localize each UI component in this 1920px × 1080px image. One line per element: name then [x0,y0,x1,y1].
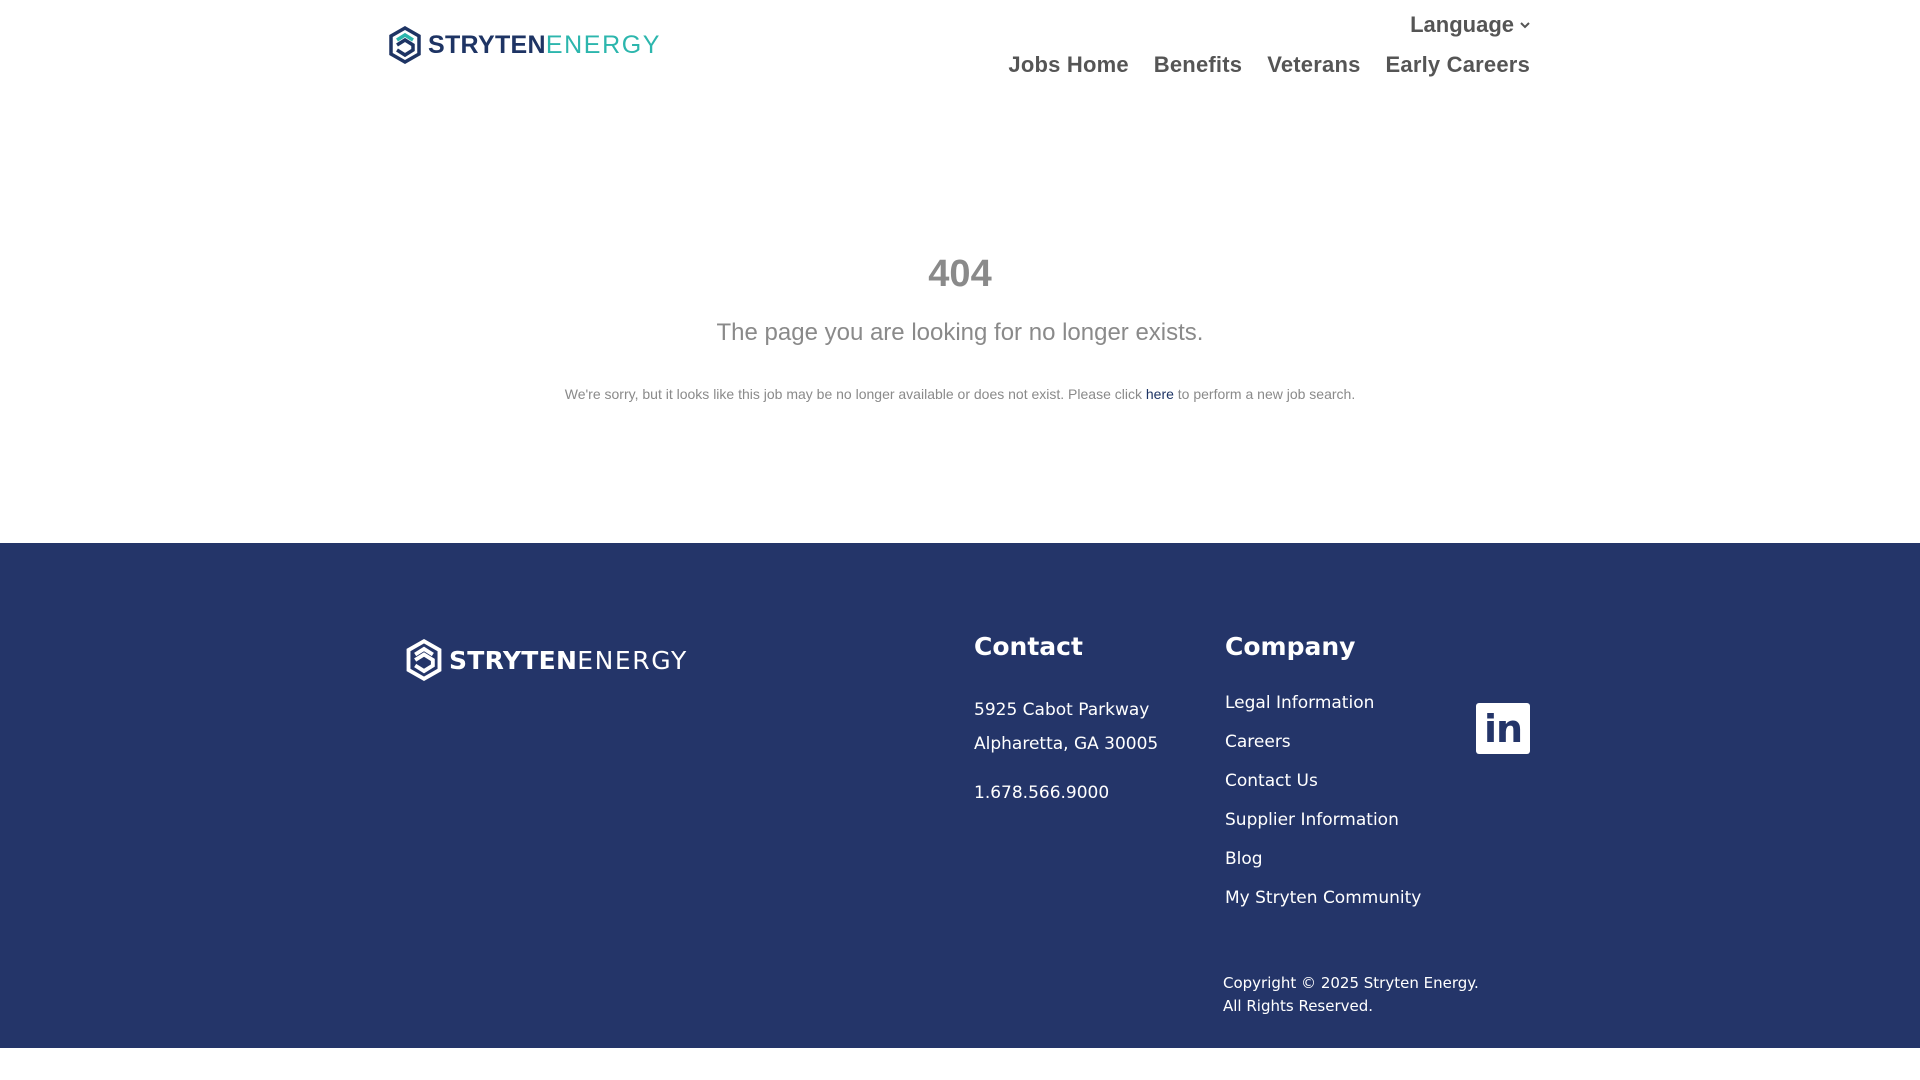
error-code: 404 [928,253,992,295]
contact-heading: Contact [974,632,1083,661]
nav-early-careers[interactable]: Early Careers [1386,52,1530,78]
hex-logo-icon [389,26,421,64]
footer-logo-bold-text: STRYTEN [449,645,578,675]
address-line-1: 5925 Cabot Parkway [974,700,1150,720]
company-heading: Company [1225,632,1356,661]
company-column: Company Legal Information Careers Contac… [1225,629,1421,925]
copyright-line-2: All Rights Reserved. [1223,997,1374,1015]
new-search-link[interactable]: here [1146,386,1174,402]
error-message-after: to perform a new job search. [1173,386,1356,402]
copyright-line-1: Copyright © 2025 Stryten Energy. [1223,974,1479,992]
copyright: Copyright © 2025 Stryten Energy. All Rig… [1223,972,1479,1018]
footer-logo-wordmark: STRYTEN ENERGY [449,648,688,673]
contact-column: Contact 5925 Cabot Parkway Alpharetta, G… [974,629,1158,805]
stryten-logo[interactable]: STRYTEN ENERGY [388,26,661,64]
nav-benefits[interactable]: Benefits [1154,52,1242,78]
linkedin-glyph: in [1483,706,1523,751]
linkedin-icon[interactable]: in [1476,703,1530,754]
main-nav: Jobs Home Benefits Veterans Early Career… [983,52,1530,78]
address-line-2: Alpharetta, GA 30005 [974,734,1159,754]
error-message: We're sorry, but it looks like this job … [0,384,1920,404]
company-links: Legal Information Careers Contact Us Sup… [1225,691,1421,910]
footer-link-legal[interactable]: Legal Information [1225,691,1421,715]
footer-link-careers[interactable]: Careers [1225,730,1421,754]
logo-bold-text: STRYTEN [428,30,546,59]
contact-address: 5925 Cabot Parkway Alpharetta, GA 30005 [974,693,1158,761]
site-header: STRYTEN ENERGY Language Jobs Home Benefit… [0,0,1920,120]
page: STRYTEN ENERGY Language Jobs Home Benefit… [0,0,1920,1080]
footer-logo[interactable]: STRYTEN ENERGY [405,639,688,681]
hex-logo-icon [406,639,442,681]
footer-link-community[interactable]: My Stryten Community [1225,886,1421,910]
site-footer: STRYTEN ENERGY Contact 5925 Cabot Parkway… [0,543,1920,1048]
chevron-down-icon [1520,22,1530,29]
logo-wordmark: STRYTEN ENERGY [428,30,662,59]
footer-link-contact-us[interactable]: Contact Us [1225,769,1421,793]
footer-link-supplier[interactable]: Supplier Information [1225,808,1421,832]
logo-light-text: ENERGY [545,30,662,59]
error-content: 404 The page you are looking for no long… [0,250,1920,404]
footer-link-blog[interactable]: Blog [1225,847,1421,871]
contact-phone[interactable]: 1.678.566.9000 [974,781,1158,805]
nav-veterans[interactable]: Veterans [1267,52,1360,78]
error-message-before: We're sorry, but it looks like this job … [564,386,1146,402]
language-label: Language [1410,12,1514,37]
language-selector[interactable]: Language [1410,12,1530,38]
footer-logo-light-text: ENERGY [577,645,688,675]
nav-jobs-home[interactable]: Jobs Home [1008,52,1128,78]
error-title: The page you are looking for no longer e… [716,319,1204,346]
